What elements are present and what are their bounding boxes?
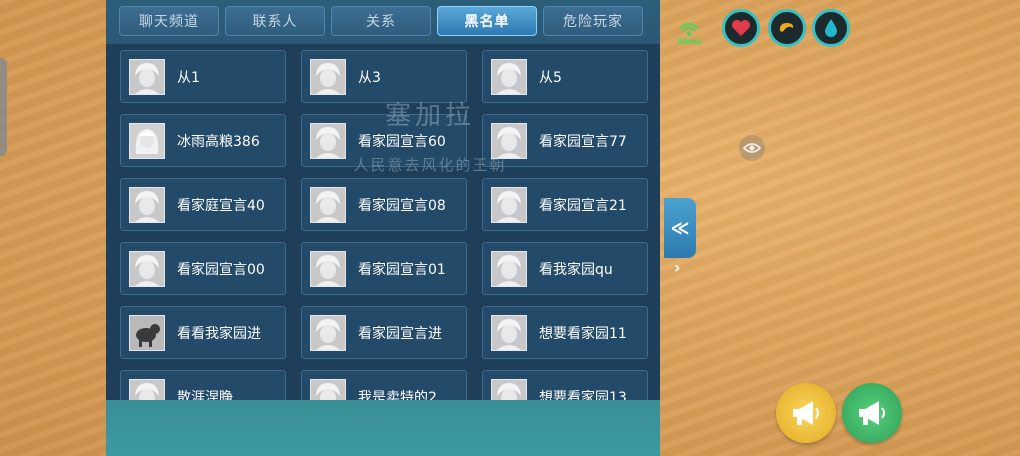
blacklist-entry[interactable]: 从3 <box>301 50 467 103</box>
blacklist-entry[interactable]: 看家园宣言21 <box>482 178 648 231</box>
chevron-right-icon[interactable]: › <box>674 258 681 277</box>
tab-1[interactable]: 联系人 <box>225 6 325 36</box>
player-name: 从5 <box>539 69 562 86</box>
local-broadcast-button[interactable] <box>842 383 902 443</box>
blacklist-entry[interactable]: 看我家园qu <box>482 242 648 295</box>
avatar <box>129 378 165 400</box>
tab-bar: 聊天频道 联系人 关系 黑名单 危险玩家 <box>106 0 660 44</box>
blacklist-entry[interactable]: 看家园宣言00 <box>120 242 286 295</box>
view-toggle-button[interactable] <box>739 135 765 161</box>
hunger-icon <box>774 15 800 41</box>
player-name: 散涯涅睁 <box>177 389 233 401</box>
blacklist-list[interactable]: 从1 从3 从5 冰雨高粮386 看家园宣言60 看家园宣言77 看家庭宣言40 看家园宣言0… <box>106 44 660 400</box>
player-name: 看家园宣言08 <box>358 197 446 214</box>
blacklist-entry[interactable]: 我是卖特的2 <box>301 370 467 400</box>
player-name: 看家园宣言01 <box>358 261 446 278</box>
player-name: 想要看家园11 <box>539 325 627 342</box>
eye-icon <box>743 143 761 153</box>
panel-footer <box>106 400 660 456</box>
blacklist-entry[interactable]: 从1 <box>120 50 286 103</box>
social-panel: 聊天频道 联系人 关系 黑名单 危险玩家 从1 从3 从5 冰雨高粮386 看家园宣言60 看家园… <box>106 0 660 456</box>
tab-0[interactable]: 聊天频道 <box>119 6 219 36</box>
blacklist-entry[interactable]: 看家园宣言77 <box>482 114 648 167</box>
avatar <box>310 378 346 400</box>
tab-4[interactable]: 危险玩家 <box>543 6 643 36</box>
player-name: 我是卖特的2 <box>358 389 437 401</box>
avatar <box>491 314 527 351</box>
player-name: 看家园宣言00 <box>177 261 265 278</box>
avatar <box>310 250 346 287</box>
avatar <box>310 122 346 159</box>
avatar <box>491 122 527 159</box>
player-name: 看我家园qu <box>539 261 613 278</box>
avatar <box>129 250 165 287</box>
avatar <box>491 186 527 223</box>
blacklist-entry[interactable]: 散涯涅睁 <box>120 370 286 400</box>
megaphone-icon <box>859 401 885 425</box>
wifi-icon <box>679 23 699 36</box>
blacklist-entry[interactable]: 冰雨高粮386 <box>120 114 286 167</box>
player-name: 看家庭宣言40 <box>177 197 265 214</box>
avatar <box>491 58 527 95</box>
network-ping: 35ms <box>674 22 704 46</box>
collapse-panel-button[interactable]: ≪ <box>664 198 696 258</box>
blacklist-entry[interactable]: 看家园宣言08 <box>301 178 467 231</box>
blacklist-entry[interactable]: 看家园宣言60 <box>301 114 467 167</box>
player-name: 看家园宣言21 <box>539 197 627 214</box>
avatar <box>310 186 346 223</box>
blacklist-entry[interactable]: 想要看家园11 <box>482 306 648 359</box>
player-name: 冰雨高粮386 <box>177 133 260 150</box>
avatar <box>310 58 346 95</box>
player-name: 从3 <box>358 69 381 86</box>
double-chevron-left-icon: ≪ <box>670 217 690 239</box>
avatar <box>491 378 527 400</box>
blacklist-entry[interactable]: 从5 <box>482 50 648 103</box>
blacklist-entry[interactable]: 看家庭宣言40 <box>120 178 286 231</box>
left-edge-handle[interactable] <box>0 58 7 156</box>
world-broadcast-button[interactable] <box>776 383 836 443</box>
avatar <box>129 314 165 351</box>
blacklist-entry[interactable]: 看家园宣言01 <box>301 242 467 295</box>
avatar <box>129 122 165 159</box>
water-icon <box>818 15 844 41</box>
health-stat[interactable] <box>722 9 760 47</box>
blacklist-entry[interactable]: 看看我家园进 <box>120 306 286 359</box>
blacklist-entry[interactable]: 想要看家园13 <box>482 370 648 400</box>
tab-2[interactable]: 关系 <box>331 6 431 36</box>
avatar <box>129 58 165 95</box>
avatar <box>491 250 527 287</box>
blacklist-entry[interactable]: 看家园宣言进 <box>301 306 467 359</box>
player-name: 看家园宣言77 <box>539 133 627 150</box>
player-name: 看家园宣言60 <box>358 133 446 150</box>
water-stat[interactable] <box>812 9 850 47</box>
player-name: 想要看家园13 <box>539 389 627 401</box>
player-name: 看看我家园进 <box>177 325 261 342</box>
player-name: 从1 <box>177 69 200 86</box>
ping-label: 35ms <box>676 37 702 46</box>
avatar <box>310 314 346 351</box>
health-icon <box>728 15 754 41</box>
player-name: 看家园宣言进 <box>358 325 442 342</box>
avatar <box>129 186 165 223</box>
hunger-stat[interactable] <box>768 9 806 47</box>
tab-3[interactable]: 黑名单 <box>437 6 537 36</box>
megaphone-icon <box>793 401 819 425</box>
